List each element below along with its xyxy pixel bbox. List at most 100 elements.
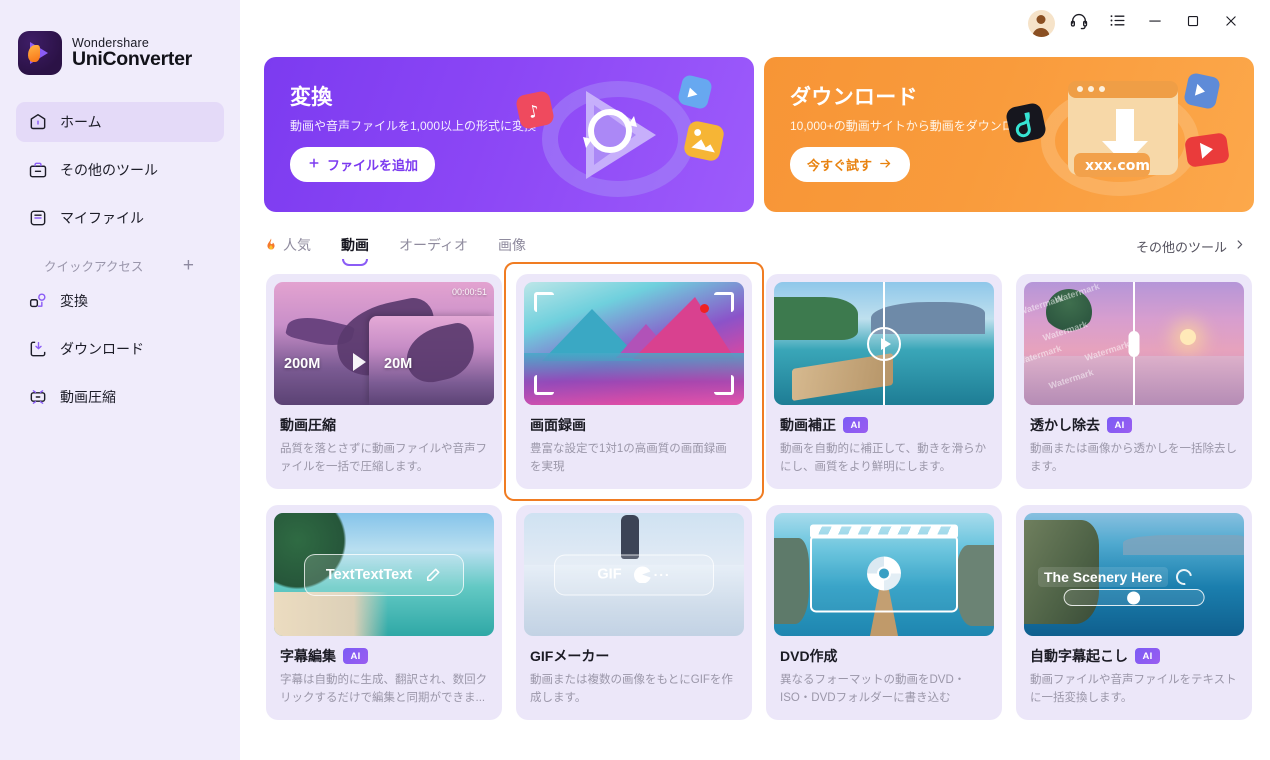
shore-shape	[774, 296, 858, 340]
card-thumbnail	[774, 282, 994, 405]
card-thumbnail	[774, 513, 994, 636]
thumb-duration: 00:00:51	[451, 287, 487, 297]
banner-download[interactable]: ダウンロード 10,000+の動画サイトから動画をダウンロード 今すぐ試す xx…	[764, 57, 1254, 212]
toolbox-icon	[28, 160, 48, 180]
subtitle-overlay: TextTextText	[304, 553, 464, 596]
sidebar-item-video-compress[interactable]: 動画圧縮	[16, 377, 224, 417]
tool-card-grid: 00:00:51 200M 20M 動画圧縮 品質を落とさずに動画ファイルや音声…	[264, 262, 1254, 722]
brand: Wondershare UniConverter	[0, 0, 240, 84]
support-button[interactable]	[1062, 8, 1096, 38]
card-description: 動画または複数の画像をもとにGIFを作成します。	[530, 674, 733, 704]
far-mountain-shape	[1123, 535, 1244, 555]
close-icon	[1222, 12, 1240, 35]
menu-list-icon	[1108, 11, 1127, 35]
comparison-slider-handle[interactable]	[1128, 330, 1140, 357]
sidebar-item-more-tools[interactable]: その他のツール	[16, 150, 224, 190]
tool-card-watermark-remove[interactable]: Watermark Watermark Watermark Watermark …	[1016, 274, 1252, 489]
account-button[interactable]	[1024, 8, 1058, 38]
clapperboard-top	[810, 523, 958, 538]
download-banner-art: xxx.com	[1006, 73, 1229, 196]
whale-shape-small	[401, 320, 480, 387]
card-body: 字幕編集 AI 字幕は自動的に生成、翻訳され、数回クリックするだけで編集と同期が…	[266, 636, 502, 708]
add-files-button[interactable]: ファイルを追加	[290, 147, 436, 182]
close-button[interactable]	[1214, 8, 1248, 38]
tab-image[interactable]: 画像	[498, 235, 526, 257]
card-title-row: 透かし除去 AI	[1030, 415, 1238, 435]
sidebar-item-download[interactable]: ダウンロード	[16, 329, 224, 369]
home-icon	[28, 112, 48, 132]
support-headset-icon	[1069, 11, 1089, 36]
try-now-button[interactable]: 今すぐ試す	[790, 147, 911, 182]
progress-slider[interactable]	[1063, 589, 1205, 606]
tab-video[interactable]: 動画	[341, 235, 369, 266]
tool-card-gif-maker[interactable]: GIF ··· GIFメーカー 動画または複数の画像をもとにGIFを作成します。	[516, 505, 752, 720]
card-title-row: DVD作成	[780, 646, 988, 666]
card-title: 自動字幕起こし	[1030, 648, 1128, 664]
sidebar-item-my-files[interactable]: マイファイル	[16, 198, 224, 238]
maximize-button[interactable]	[1176, 8, 1210, 38]
tool-card-subtitle-edit[interactable]: TextTextText 字幕編集 AI 字幕は自動的に生成、翻訳され、数回クリ…	[266, 505, 502, 720]
tool-card-screen-record[interactable]: 画面録画 豊富な設定で1対1の高画質の画面録画を実現	[516, 274, 752, 489]
card-wrap-video-enhance: 動画補正 AI 動画を自動的に補正して、動きを滑らかにし、画質をより鮮明にします…	[764, 272, 1004, 491]
card-description: 異なるフォーマットの動画をDVD・ISO・DVDフォルダーに書き込む	[780, 674, 966, 704]
tab-label: 画像	[498, 237, 527, 253]
card-description: 動画を自動的に補正して、動きを滑らかにし、画質をより鮮明にします。	[780, 443, 987, 473]
add-files-label: ファイルを追加	[327, 158, 419, 173]
more-tools-link[interactable]: その他のツール	[1136, 237, 1246, 256]
ai-badge: AI	[843, 417, 868, 433]
tab-label: 動画	[341, 237, 369, 253]
sidebar-item-label: その他のツール	[60, 162, 158, 178]
card-body: 動画圧縮 品質を落とさずに動画ファイルや音声ファイルを一括で圧縮します。	[266, 405, 502, 477]
avatar	[1027, 9, 1055, 37]
tool-card-video-enhance[interactable]: 動画補正 AI 動画を自動的に補正して、動きを滑らかにし、画質をより鮮明にします…	[766, 274, 1002, 489]
ai-badge: AI	[1135, 648, 1160, 664]
card-description: 動画ファイルや音声ファイルをテキストに一括変換します。	[1030, 674, 1237, 704]
progress-slider-knob[interactable]	[1127, 591, 1141, 604]
sidebar-item-home[interactable]: ホーム	[16, 102, 224, 142]
transcribe-overlay: The Scenery Here	[1038, 565, 1196, 589]
try-now-label: 今すぐ試す	[807, 158, 873, 173]
sun-shape	[1179, 328, 1196, 345]
ai-badge: AI	[1107, 417, 1132, 433]
gif-overlay: GIF ···	[554, 554, 714, 595]
tool-card-auto-transcribe[interactable]: The Scenery Here 自動字幕起こし AI 動画ファイルや音声ファイ…	[1016, 505, 1252, 720]
card-body: 透かし除去 AI 動画または画像から透かしを一括除去します。	[1016, 405, 1252, 477]
card-description: 豊富な設定で1対1の高画質の画面録画を実現	[530, 443, 727, 473]
file-icon	[28, 208, 48, 228]
card-title-row: 字幕編集 AI	[280, 646, 488, 666]
add-quick-access-button[interactable]: +	[181, 256, 196, 275]
tab-popular[interactable]: 人気	[264, 235, 311, 257]
sidebar-item-label: ダウンロード	[60, 341, 144, 357]
sidebar-item-label: マイファイル	[60, 210, 144, 226]
minimize-button[interactable]	[1138, 8, 1172, 38]
quick-access-title: クイックアクセス	[44, 260, 144, 274]
category-tabs: 人気 動画 オーディオ 画像 その他のツール	[264, 224, 1254, 268]
gif-dots-label: ···	[653, 566, 671, 583]
card-title: DVD作成	[780, 648, 838, 664]
tool-card-dvd-create[interactable]: DVD作成 異なるフォーマットの動画をDVD・ISO・DVDフォルダーに書き込む	[766, 505, 1002, 720]
tool-card-video-compress[interactable]: 00:00:51 200M 20M 動画圧縮 品質を落とさずに動画ファイルや音声…	[266, 274, 502, 489]
tab-audio[interactable]: オーディオ	[399, 235, 468, 257]
app-logo-icon	[18, 31, 62, 75]
card-thumbnail	[524, 282, 744, 405]
gif-overlay-text: GIF	[597, 566, 622, 583]
minimize-icon	[1146, 12, 1164, 35]
dvd-disc-icon	[867, 555, 901, 590]
app-window: Wondershare UniConverter ホーム その他のツール マイフ…	[0, 0, 1270, 760]
card-title-row: 動画補正 AI	[780, 415, 988, 435]
banner-convert[interactable]: 変換 動画や音声ファイルを1,000以上の形式に変換 ファイルを追加 ♪	[264, 57, 754, 212]
card-wrap-dvd-create: DVD作成 異なるフォーマットの動画をDVD・ISO・DVDフォルダーに書き込む	[764, 503, 1004, 722]
menu-button[interactable]	[1100, 8, 1134, 38]
main-content: 変換 動画や音声ファイルを1,000以上の形式に変換 ファイルを追加 ♪ ダウン…	[240, 0, 1270, 760]
sidebar-item-convert[interactable]: 変換	[16, 281, 224, 321]
card-wrap-screen-record: 画面録画 豊富な設定で1対1の高画質の画面録画を実現	[504, 262, 764, 501]
download-art-label: xxx.com	[1085, 158, 1150, 174]
card-title: 動画補正	[780, 417, 836, 433]
sidebar-nav: ホーム その他のツール マイファイル クイックアクセス + 変換 ダウンロード …	[0, 102, 240, 417]
more-tools-label: その他のツール	[1135, 239, 1227, 255]
card-wrap-auto-transcribe: The Scenery Here 自動字幕起こし AI 動画ファイルや音声ファイ…	[1014, 503, 1254, 722]
card-title: 字幕編集	[280, 648, 336, 664]
card-body: 自動字幕起こし AI 動画ファイルや音声ファイルをテキストに一括変換します。	[1016, 636, 1252, 708]
sidebar-item-label: 動画圧縮	[60, 389, 116, 405]
promo-banners: 変換 動画や音声ファイルを1,000以上の形式に変換 ファイルを追加 ♪ ダウン…	[264, 57, 1254, 212]
